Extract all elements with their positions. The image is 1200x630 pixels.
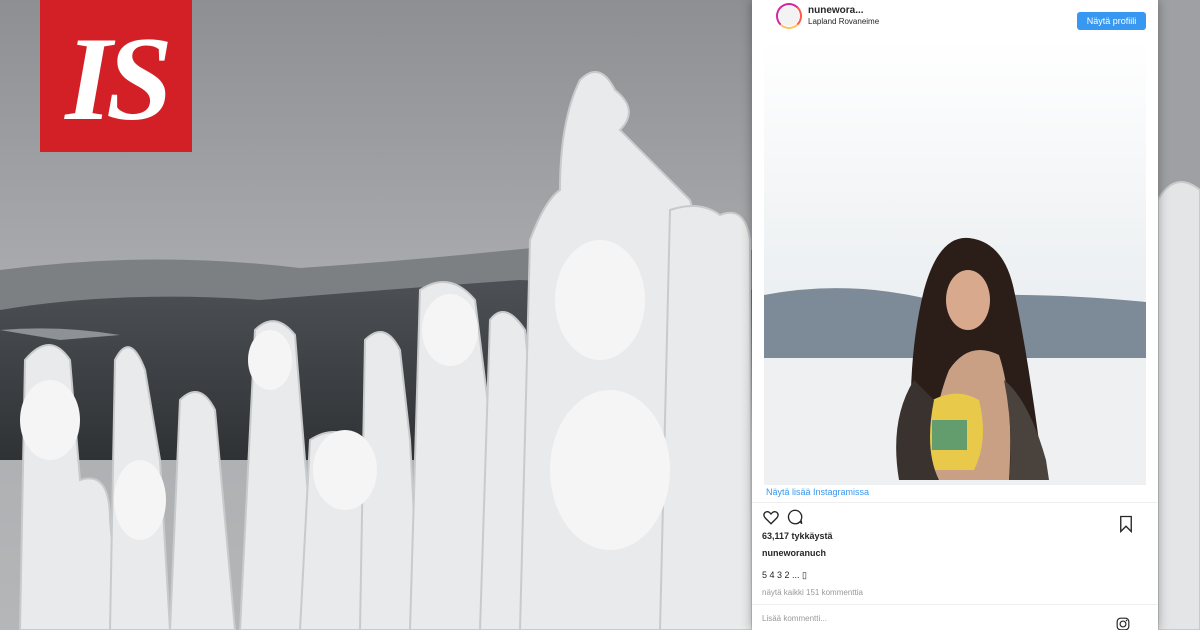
view-all-comments-link[interactable]: näytä kaikki 151 kommenttia	[762, 588, 863, 597]
post-username[interactable]: nunewora...	[808, 5, 864, 16]
divider	[752, 604, 1158, 605]
add-comment-input[interactable]: Lisää kommentti...	[762, 614, 827, 623]
post-photo[interactable]	[764, 40, 1146, 485]
view-more-on-instagram-link[interactable]: Näytä lisää Instagramissa	[766, 487, 869, 497]
is-logo[interactable]: IS	[40, 0, 192, 152]
likes-count[interactable]: 63,117 tykkäystä	[762, 531, 833, 541]
comment-icon[interactable]	[786, 508, 804, 526]
caption-text: 5 4 3 2 ... ▯	[762, 570, 807, 580]
avatar[interactable]	[779, 6, 799, 26]
logo-text: IS	[65, 12, 172, 145]
post-header: nunewora... Lapland Rovaneime Näytä prof…	[752, 0, 1158, 38]
heart-icon[interactable]	[762, 508, 780, 526]
instagram-icon[interactable]	[1116, 617, 1130, 630]
view-profile-button[interactable]: Näytä profiili	[1077, 12, 1146, 30]
divider	[752, 502, 1158, 503]
caption-username[interactable]: nuneworanuch	[762, 548, 826, 558]
instagram-embed-card: nunewora... Lapland Rovaneime Näytä prof…	[752, 0, 1158, 630]
bookmark-icon[interactable]	[1118, 515, 1134, 533]
post-location[interactable]: Lapland Rovaneime	[808, 17, 879, 26]
